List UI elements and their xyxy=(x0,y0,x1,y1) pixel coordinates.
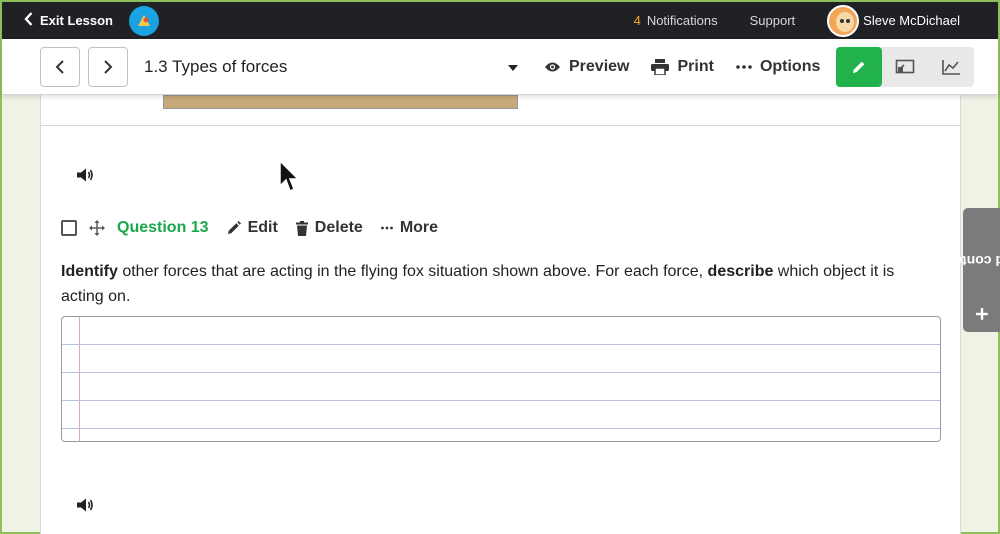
print-button[interactable]: Print xyxy=(651,57,714,76)
delete-question-button[interactable]: Delete xyxy=(295,219,363,237)
exit-lesson-label: Exit Lesson xyxy=(40,13,113,28)
speaker-icon[interactable] xyxy=(76,168,94,187)
ruled-line xyxy=(62,428,940,429)
trash-icon xyxy=(295,220,308,236)
question-select-checkbox[interactable] xyxy=(61,220,77,236)
prompt-keyword-identify: Identify xyxy=(61,263,118,280)
more-dots-icon xyxy=(380,226,393,230)
add-content-label: Add content xyxy=(940,253,1000,269)
ruled-line xyxy=(62,344,940,345)
notifications-label: Notifications xyxy=(646,13,718,28)
ruled-line xyxy=(62,372,940,373)
previous-page-button[interactable] xyxy=(40,46,80,87)
app-logo-icon[interactable] xyxy=(128,5,159,36)
options-label: Options xyxy=(759,57,821,75)
notifications-link[interactable]: 4 Notifications xyxy=(634,13,718,28)
more-dots-icon xyxy=(736,64,752,69)
more-question-actions-button[interactable]: More xyxy=(380,219,439,237)
question-prompt: Identify other forces that are acting in… xyxy=(61,259,941,309)
chevron-right-icon xyxy=(104,59,113,74)
chart-line-icon xyxy=(942,59,961,75)
edit-mode-button[interactable] xyxy=(836,46,883,87)
lesson-title-select[interactable]: 1.3 Types of forces xyxy=(144,57,504,77)
notifications-count-badge: 4 xyxy=(633,13,641,28)
pencil-icon xyxy=(227,221,241,234)
options-button[interactable]: Options xyxy=(736,58,820,76)
chevron-left-icon xyxy=(55,59,64,74)
eye-icon xyxy=(545,62,560,71)
edit-label: Edit xyxy=(247,219,278,236)
ruled-margin-line xyxy=(79,317,80,441)
answer-textarea[interactable] xyxy=(61,316,941,442)
prompt-text-1: other forces that are acting in the flyi… xyxy=(117,263,708,280)
mode-switcher xyxy=(836,46,975,87)
flying-fox-image xyxy=(163,95,518,109)
analytics-mode-button[interactable] xyxy=(928,47,974,87)
chevron-left-icon xyxy=(24,11,33,30)
edit-question-button[interactable]: Edit xyxy=(227,219,278,237)
support-link[interactable]: Support xyxy=(750,13,796,28)
print-label: Print xyxy=(677,57,714,75)
question-number-label: Question 13 xyxy=(117,219,209,236)
avatar xyxy=(827,4,860,37)
ruled-line xyxy=(62,400,940,401)
exit-lesson-button[interactable]: Exit Lesson xyxy=(24,11,113,30)
mouse-pointer-icon xyxy=(279,159,301,199)
more-label: More xyxy=(399,219,439,236)
next-page-button[interactable] xyxy=(88,46,128,87)
move-handle-icon[interactable] xyxy=(89,220,105,236)
add-content-tab[interactable]: Add content xyxy=(941,208,1000,332)
present-mode-button[interactable] xyxy=(882,47,928,87)
section-divider xyxy=(41,125,960,126)
prompt-keyword-describe: describe xyxy=(707,263,774,280)
preview-label: Preview xyxy=(569,57,630,75)
caret-down-icon[interactable] xyxy=(508,58,518,76)
delete-label: Delete xyxy=(314,219,363,236)
user-name: Sleve McDichael xyxy=(863,13,960,28)
presentation-icon xyxy=(896,59,915,73)
user-menu[interactable]: Sleve McDichael xyxy=(827,4,960,37)
preview-button[interactable]: Preview xyxy=(544,58,629,76)
lesson-content: Question 13 Edit Delete More Identify ot… xyxy=(40,95,961,534)
plus-icon xyxy=(975,307,988,320)
pencil-icon xyxy=(853,61,865,73)
speaker-icon[interactable] xyxy=(76,498,94,517)
lesson-toolbar: 1.3 Types of forces Preview Print Option… xyxy=(2,39,998,95)
question-toolbar: Question 13 Edit Delete More xyxy=(61,219,438,237)
printer-icon xyxy=(651,58,670,75)
top-bar: Exit Lesson 4 Notifications Support Slev… xyxy=(2,2,998,39)
